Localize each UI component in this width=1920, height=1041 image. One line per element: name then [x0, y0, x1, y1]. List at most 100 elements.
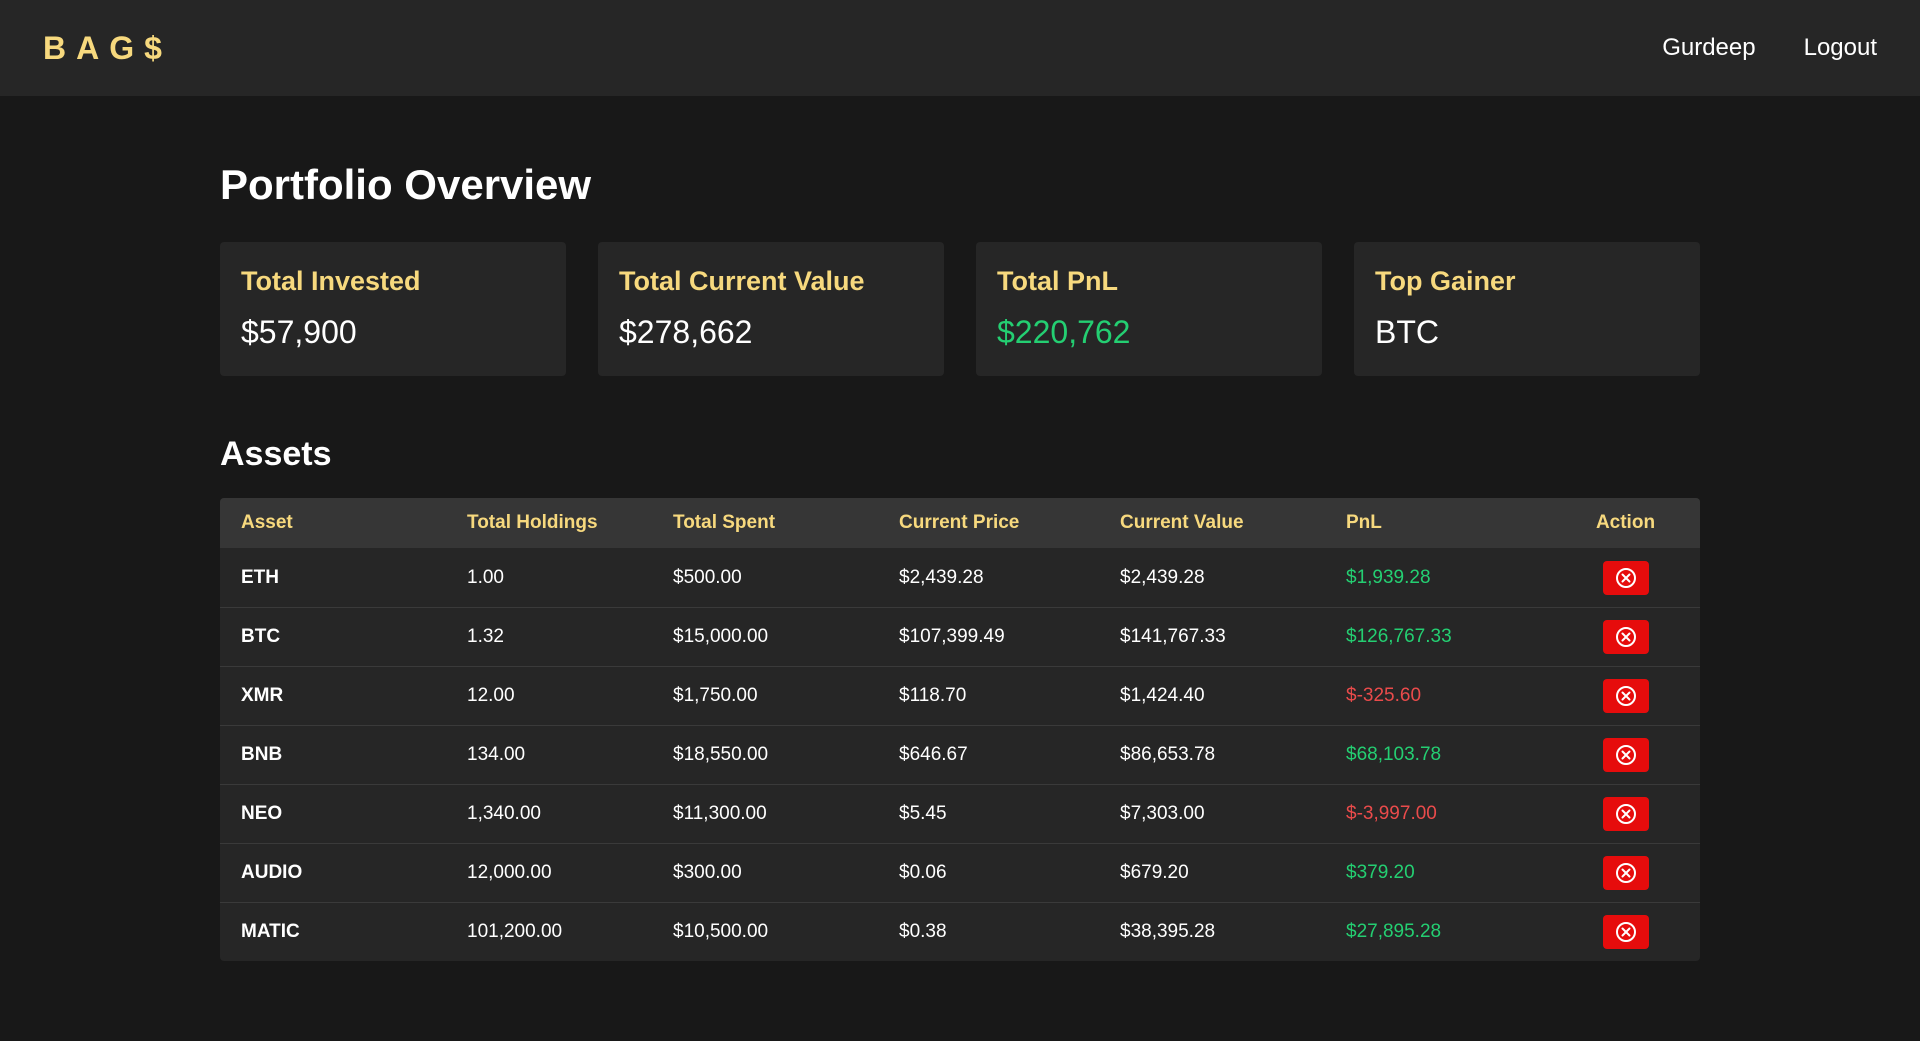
price-cell: $0.06 — [899, 862, 947, 883]
asset-cell: MATIC — [241, 921, 300, 942]
column-header: Current Value — [1120, 512, 1244, 533]
value-cell: $141,767.33 — [1120, 626, 1226, 647]
table-row: XMR 12.00 $1,750.00 $118.70 $1,424.40 $-325.6… — [220, 666, 1700, 725]
asset-cell: ETH — [241, 566, 279, 588]
main-content: Portfolio Overview Total Invested $57,90… — [220, 96, 1700, 961]
total-pnl-card: Total PnL $220,762 — [976, 242, 1322, 376]
pnl-cell: $126,767.33 — [1346, 626, 1452, 647]
action-cell — [1551, 738, 1700, 772]
spent-cell: $300.00 — [673, 862, 742, 883]
remove-circle-icon — [1615, 686, 1636, 706]
page-title: Portfolio Overview — [220, 161, 592, 208]
logout-link[interactable]: Logout — [1804, 34, 1877, 62]
price-cell: $118.70 — [899, 685, 967, 706]
value-cell: $7,303.00 — [1120, 803, 1205, 824]
column-header: Action — [1595, 512, 1656, 533]
holdings-cell: 1,340.00 — [467, 803, 541, 824]
card-value: $220,762 — [997, 314, 1131, 350]
total-current-value-card: Total Current Value $278,662 — [598, 242, 944, 376]
pnl-cell: $379.20 — [1346, 862, 1415, 883]
nav-links: Gurdeep Logout — [1662, 34, 1877, 62]
brand-logo[interactable]: BAG$ — [43, 30, 172, 67]
spent-cell: $18,550.00 — [673, 744, 769, 765]
spent-cell: $500.00 — [673, 566, 742, 588]
action-cell — [1551, 620, 1700, 654]
price-cell: $107,399.49 — [899, 626, 1005, 647]
card-value: $278,662 — [619, 314, 753, 350]
column-header: Total Spent — [673, 512, 776, 533]
remove-circle-icon — [1615, 745, 1636, 765]
price-cell: $2,439.28 — [899, 566, 984, 588]
spent-cell: $10,500.00 — [673, 921, 769, 942]
holdings-cell: 1.32 — [467, 626, 504, 647]
action-cell — [1551, 560, 1700, 595]
top-gainer-card: Top Gainer BTC — [1354, 242, 1700, 376]
user-profile-link[interactable]: Gurdeep — [1662, 34, 1755, 62]
pnl-cell: $-3,997.00 — [1346, 803, 1437, 824]
remove-circle-icon — [1615, 922, 1636, 942]
card-value: $57,900 — [241, 314, 357, 350]
spent-cell: $1,750.00 — [673, 685, 758, 706]
holdings-cell: 12.00 — [467, 685, 515, 706]
remove-asset-button[interactable] — [1602, 560, 1649, 595]
value-cell: $86,653.78 — [1120, 744, 1216, 765]
column-header: PnL — [1346, 512, 1382, 533]
column-header: Asset — [241, 512, 293, 533]
remove-circle-icon — [1615, 567, 1636, 588]
pnl-cell: $27,895.28 — [1346, 921, 1442, 942]
table-row: ETH 1.00 $500.00 $2,439.28 $2,439.28 $1,939.2… — [220, 548, 1700, 607]
remove-asset-button[interactable] — [1602, 915, 1649, 949]
holdings-cell: 12,000.00 — [467, 862, 552, 883]
card-value: BTC — [1375, 314, 1439, 350]
value-cell: $679.20 — [1120, 862, 1189, 883]
top-navbar: BAG$ Gurdeep Logout — [0, 0, 1920, 96]
action-cell — [1551, 797, 1700, 831]
remove-circle-icon — [1615, 863, 1636, 883]
card-title: Total PnL — [997, 266, 1118, 296]
remove-asset-button[interactable] — [1602, 679, 1649, 713]
holdings-cell: 1.00 — [467, 566, 504, 588]
card-title: Top Gainer — [1375, 266, 1516, 296]
remove-circle-icon — [1615, 627, 1636, 647]
pnl-cell: $-325.60 — [1346, 685, 1422, 706]
spent-cell: $11,300.00 — [673, 803, 767, 824]
asset-cell: AUDIO — [241, 862, 303, 883]
value-cell: $1,424.40 — [1120, 685, 1205, 706]
pnl-cell: $68,103.78 — [1346, 744, 1442, 765]
remove-asset-button[interactable] — [1602, 738, 1649, 772]
card-title: Total Invested — [241, 266, 421, 296]
action-cell — [1551, 679, 1700, 713]
summary-cards: Total Invested $57,900 Total Current Val… — [220, 242, 1700, 376]
action-cell — [1551, 856, 1700, 890]
remove-asset-button[interactable] — [1602, 620, 1649, 654]
total-invested-card: Total Invested $57,900 — [220, 242, 566, 376]
table-row: BNB 134.00 $18,550.00 $646.67 $86,653.78 $68,… — [220, 725, 1700, 784]
column-header: Current Price — [899, 512, 1020, 533]
table-body: ETH 1.00 $500.00 $2,439.28 $2,439.28 $1,939.2… — [220, 548, 1700, 961]
price-cell: $646.67 — [899, 744, 968, 765]
table-row: BTC 1.32 $15,000.00 $107,399.49 $141,767.33 $… — [220, 607, 1700, 666]
spent-cell: $15,000.00 — [673, 626, 769, 647]
value-cell: $38,395.28 — [1120, 921, 1216, 942]
card-title: Total Current Value — [619, 266, 865, 296]
action-cell — [1551, 915, 1700, 949]
table-row: NEO 1,340.00 $11,300.00 $5.45 $7,303.00 $-3,9… — [220, 784, 1700, 843]
remove-circle-icon — [1615, 804, 1636, 824]
assets-table: Asset Total Holdings Total Spent Current… — [220, 498, 1700, 961]
holdings-cell: 134.00 — [467, 744, 526, 765]
column-header: Total Holdings — [467, 512, 598, 533]
remove-asset-button[interactable] — [1602, 856, 1649, 890]
asset-cell: XMR — [241, 685, 284, 706]
value-cell: $2,439.28 — [1120, 566, 1205, 588]
asset-cell: BNB — [241, 744, 283, 765]
pnl-cell: $1,939.28 — [1346, 566, 1431, 588]
assets-section-title: Assets — [220, 435, 332, 473]
remove-asset-button[interactable] — [1602, 797, 1649, 831]
asset-cell: NEO — [241, 803, 283, 824]
table-header: Asset Total Holdings Total Spent Current… — [220, 498, 1700, 548]
table-row: MATIC 101,200.00 $10,500.00 $0.38 $38,395.28… — [220, 902, 1700, 961]
holdings-cell: 101,200.00 — [467, 921, 563, 942]
price-cell: $5.45 — [899, 803, 947, 824]
price-cell: $0.38 — [899, 921, 947, 942]
table-row: AUDIO 12,000.00 $300.00 $0.06 $679.20 $379.20 — [220, 843, 1700, 902]
